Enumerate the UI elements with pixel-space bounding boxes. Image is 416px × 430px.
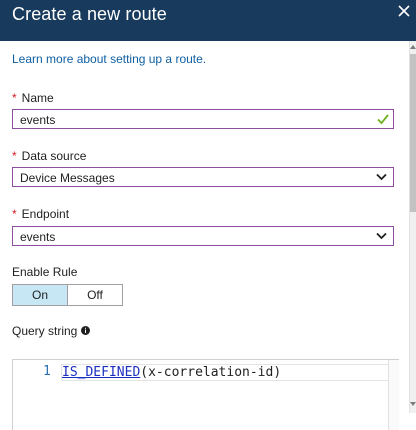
query-editor[interactable]: 1 IS_DEFINED(x-correlation-id) bbox=[12, 359, 399, 430]
name-label: * Name bbox=[12, 91, 54, 105]
line-number: 1 bbox=[43, 364, 51, 379]
checkmark-icon bbox=[377, 114, 389, 125]
required-marker: * bbox=[12, 207, 17, 221]
chevron-down-icon bbox=[376, 173, 387, 181]
name-input[interactable]: events bbox=[12, 109, 394, 129]
data-source-select[interactable]: Device Messages bbox=[12, 167, 394, 187]
data-source-label-text: Data source bbox=[21, 149, 87, 163]
query-code-line[interactable]: IS_DEFINED(x-correlation-id) bbox=[61, 364, 397, 381]
endpoint-value: events bbox=[20, 230, 56, 244]
toggle-off-option[interactable]: Off bbox=[68, 285, 122, 305]
close-icon[interactable] bbox=[396, 3, 412, 19]
scroll-up-arrow-icon[interactable] bbox=[410, 43, 416, 51]
toggle-on-option[interactable]: On bbox=[13, 285, 68, 305]
enable-rule-label: Enable Rule bbox=[12, 265, 78, 279]
required-marker: * bbox=[12, 91, 17, 105]
query-argument: (x-correlation-id) bbox=[140, 365, 282, 380]
editor-scrollbar[interactable] bbox=[388, 360, 399, 430]
name-label-text: Name bbox=[21, 91, 54, 105]
name-input-value: events bbox=[20, 113, 56, 127]
enable-rule-toggle[interactable]: On Off bbox=[12, 284, 123, 306]
query-function: IS_DEFINED bbox=[62, 365, 141, 380]
data-source-label: * Data source bbox=[12, 149, 86, 163]
query-string-label: Query string bbox=[12, 324, 78, 338]
blade-scrollbar-thumb[interactable] bbox=[410, 54, 416, 212]
endpoint-select[interactable]: events bbox=[12, 226, 394, 246]
learn-more-link[interactable]: Learn more about setting up a route. bbox=[12, 52, 206, 66]
chevron-down-icon bbox=[376, 232, 387, 240]
endpoint-label-text: Endpoint bbox=[21, 207, 70, 221]
blade-title: Create a new route bbox=[12, 4, 167, 24]
blade-content: Learn more about setting up a route. * Na… bbox=[0, 41, 409, 430]
endpoint-label: * Endpoint bbox=[12, 207, 69, 221]
scroll-down-arrow-icon[interactable] bbox=[410, 400, 416, 408]
info-icon[interactable] bbox=[81, 326, 90, 335]
data-source-value: Device Messages bbox=[20, 171, 115, 185]
required-marker: * bbox=[12, 149, 17, 163]
blade-header: Create a new route bbox=[0, 0, 416, 41]
